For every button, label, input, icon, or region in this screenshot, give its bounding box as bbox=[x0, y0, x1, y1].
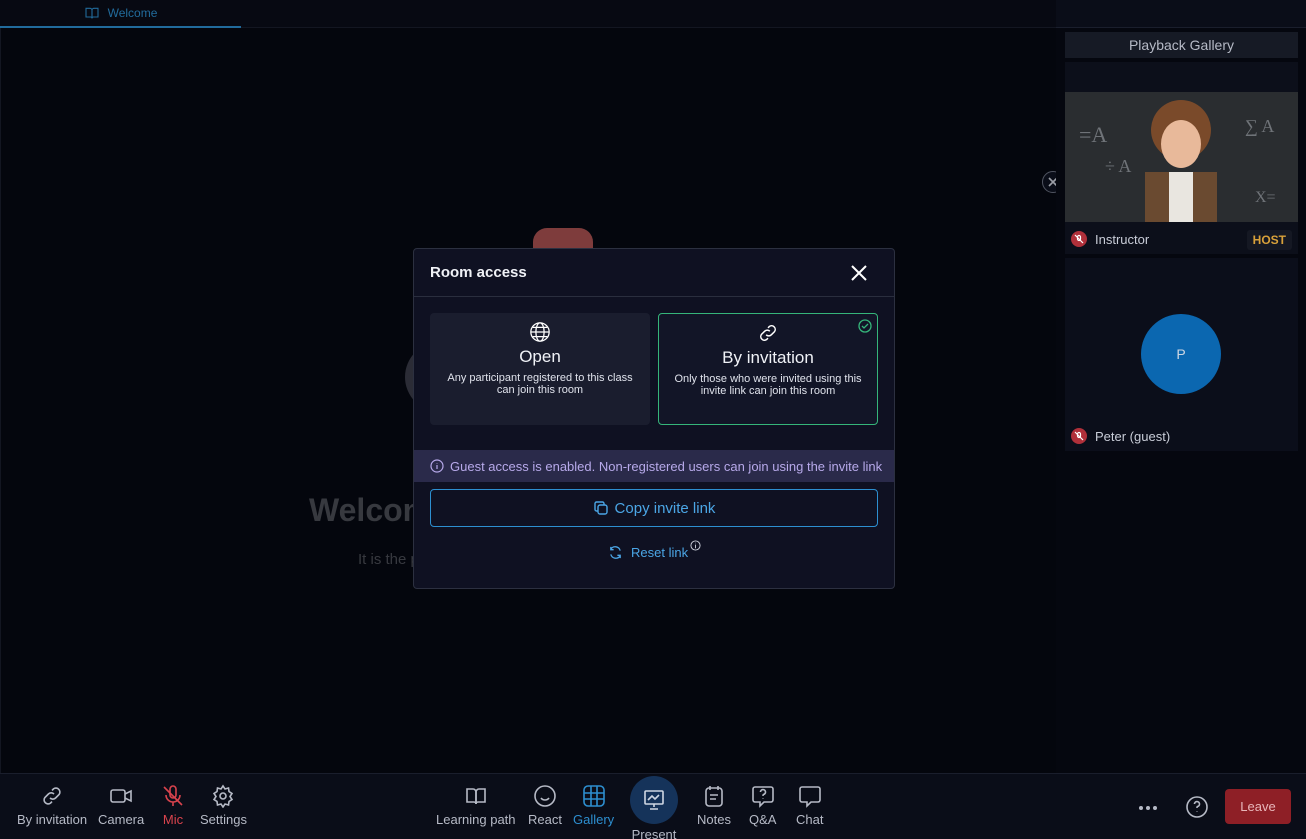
learning-path-button[interactable]: Learning path bbox=[436, 784, 516, 827]
bottom-toolbar: By invitation Camera Mic Settings Learni… bbox=[0, 773, 1306, 839]
mic-muted-icon bbox=[1071, 428, 1087, 444]
toolbar-label: By invitation bbox=[17, 812, 88, 827]
svg-text:÷ A: ÷ A bbox=[1105, 156, 1131, 176]
toolbar-label: React bbox=[528, 812, 562, 827]
reset-link-button[interactable]: Reset link bbox=[608, 545, 688, 560]
dialog-header: Room access bbox=[414, 249, 894, 297]
toolbar-label: Q&A bbox=[749, 812, 777, 827]
guest-access-info: Guest access is enabled. Non-registered … bbox=[414, 450, 894, 482]
copy-label: Copy invite link bbox=[614, 499, 716, 517]
playback-gallery: Playback Gallery =A ÷ A ∑ A X= Instructo… bbox=[1056, 28, 1306, 773]
link-icon bbox=[760, 325, 776, 341]
room-access-dialog: Room access Open Any participant registe… bbox=[413, 248, 895, 589]
mic-button[interactable]: Mic bbox=[161, 784, 185, 827]
option-title: Open bbox=[519, 347, 561, 366]
camera-button[interactable]: Camera bbox=[98, 784, 144, 827]
svg-text:∑ A: ∑ A bbox=[1245, 116, 1274, 136]
book-icon bbox=[465, 788, 486, 805]
toolbar-label: Chat bbox=[796, 812, 824, 827]
avatar: P bbox=[1141, 314, 1221, 394]
react-button[interactable]: React bbox=[528, 784, 562, 827]
mic-muted-icon bbox=[1071, 231, 1087, 247]
present-icon-wrap bbox=[630, 776, 678, 824]
toolbar-label: Learning path bbox=[436, 812, 516, 827]
chat-icon bbox=[798, 786, 821, 808]
instructor-video-image: =A ÷ A ∑ A X= bbox=[1065, 92, 1298, 222]
option-description: Only those who were invited using this i… bbox=[674, 373, 862, 397]
toolbar-label: Notes bbox=[697, 812, 731, 827]
host-badge: HOST bbox=[1246, 230, 1292, 250]
check-circle-icon bbox=[858, 319, 872, 333]
participant-tile-peter[interactable]: P Peter (guest) bbox=[1065, 258, 1298, 451]
settings-button[interactable]: Settings bbox=[200, 784, 247, 827]
copy-icon bbox=[593, 501, 608, 515]
option-description: Any participant registered to this class… bbox=[447, 372, 633, 396]
close-icon[interactable] bbox=[850, 264, 868, 282]
refresh-icon bbox=[610, 546, 621, 559]
participant-name: Peter (guest) bbox=[1095, 428, 1171, 444]
video-feed: =A ÷ A ∑ A X= bbox=[1065, 92, 1298, 222]
presentation-icon bbox=[644, 790, 664, 810]
leave-button[interactable]: Leave bbox=[1225, 789, 1291, 824]
present-button[interactable]: Present bbox=[630, 776, 678, 839]
svg-text:=A: =A bbox=[1079, 122, 1107, 147]
participant-footer: Instructor HOST bbox=[1065, 228, 1298, 250]
participant-tile-instructor[interactable]: =A ÷ A ∑ A X= Instructor HOST bbox=[1065, 62, 1298, 254]
participant-footer: Peter (guest) bbox=[1065, 425, 1298, 447]
notes-button[interactable]: Notes bbox=[697, 784, 731, 827]
gallery-title: Playback Gallery bbox=[1065, 32, 1298, 58]
info-icon bbox=[430, 459, 444, 473]
dialog-title: Room access bbox=[430, 264, 527, 281]
access-option-open[interactable]: Open Any participant registered to this … bbox=[430, 313, 650, 425]
toolbar-label: Present bbox=[631, 827, 677, 839]
svg-text:X=: X= bbox=[1255, 189, 1276, 206]
gallery-button[interactable]: Gallery bbox=[573, 784, 614, 827]
link-icon bbox=[43, 787, 61, 805]
toolbar-label: Camera bbox=[98, 812, 145, 827]
toolbar-label: Mic bbox=[162, 812, 184, 827]
app-window: Welcome Welcom It is the p Playback Gall… bbox=[0, 0, 1306, 839]
camera-icon bbox=[110, 789, 132, 803]
participant-name: Instructor bbox=[1095, 231, 1150, 247]
smile-icon bbox=[534, 785, 556, 807]
qa-button[interactable]: Q&A bbox=[749, 784, 776, 827]
question-bubble-icon bbox=[751, 786, 774, 808]
copy-invite-link-button[interactable]: Copy invite link bbox=[430, 489, 878, 527]
gear-icon bbox=[213, 784, 234, 808]
toolbar-label: Settings bbox=[200, 812, 247, 827]
grid-icon bbox=[582, 785, 605, 807]
by-invitation-button[interactable]: By invitation bbox=[17, 784, 87, 827]
more-icon[interactable] bbox=[1136, 796, 1160, 820]
option-title: By invitation bbox=[722, 348, 814, 367]
access-option-invitation[interactable]: By invitation Only those who were invite… bbox=[658, 313, 878, 425]
info-icon[interactable] bbox=[690, 540, 701, 551]
help-icon[interactable] bbox=[1185, 795, 1209, 819]
reset-label: Reset link bbox=[631, 545, 689, 560]
globe-icon bbox=[530, 322, 550, 342]
toolbar-label: Gallery bbox=[573, 812, 615, 827]
mic-muted-icon bbox=[163, 785, 183, 806]
info-text: Guest access is enabled. Non-registered … bbox=[450, 458, 883, 474]
notes-icon bbox=[705, 786, 723, 807]
chat-button[interactable]: Chat bbox=[796, 784, 823, 827]
